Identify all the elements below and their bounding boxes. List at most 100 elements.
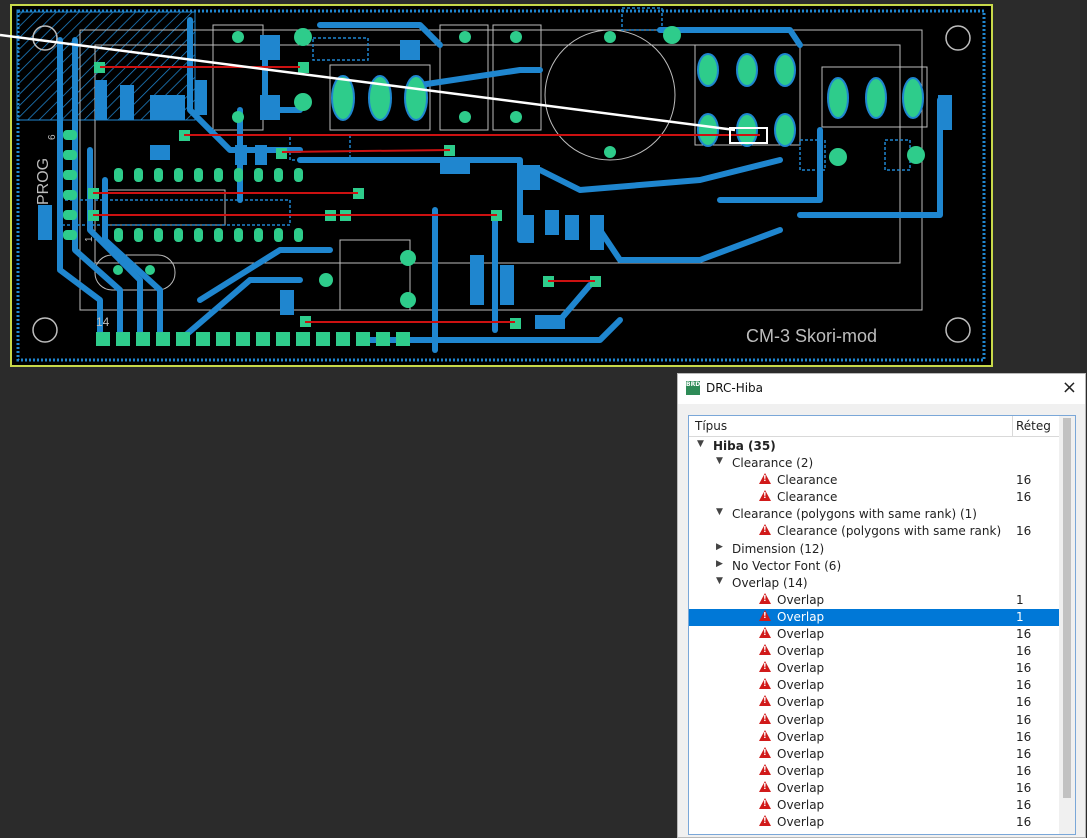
tree-row[interactable]: Clearance (polygons with same rank) 16 bbox=[689, 523, 1059, 540]
warning-icon bbox=[759, 729, 771, 741]
warning-icon bbox=[759, 661, 771, 673]
prog-label: PROG bbox=[35, 158, 52, 205]
tree-row-layer: 16 bbox=[1016, 678, 1032, 693]
tree-row[interactable]: Overlap 16 bbox=[689, 763, 1059, 780]
tree-row[interactable]: Overlap 16 bbox=[689, 780, 1059, 797]
tree-row[interactable]: Overlap 16 bbox=[689, 712, 1059, 729]
tree-row-label: Overlap bbox=[777, 815, 825, 830]
pcb-layout: PROG 6 1 14 CM-3 Skori-mod bbox=[0, 0, 1087, 372]
tree-row-label: Overlap bbox=[777, 695, 825, 710]
tree-row-label: Overlap bbox=[777, 644, 825, 659]
tree-row[interactable]: Overlap 16 bbox=[689, 729, 1059, 746]
tree-row-label: Overlap bbox=[777, 661, 825, 676]
board-title: CM-3 Skori-mod bbox=[746, 326, 877, 346]
column-separator bbox=[1012, 416, 1013, 436]
tree-row-layer: 16 bbox=[1016, 490, 1032, 505]
tree-row[interactable]: Overlap 16 bbox=[689, 626, 1059, 643]
warning-icon bbox=[759, 609, 771, 621]
board-app-icon: BRD bbox=[686, 381, 700, 395]
warning-icon bbox=[759, 712, 771, 724]
error-tree[interactable]: ^ Típus Réteg ▼Hiba (35)▼Clearance (2)Cl… bbox=[688, 415, 1076, 835]
tree-row[interactable]: Overlap 1 bbox=[689, 608, 1059, 627]
tree-row-label: No Vector Font (6) bbox=[732, 558, 842, 573]
tree-row[interactable]: Overlap 16 bbox=[689, 746, 1059, 763]
drc-dialog: BRD DRC-Hiba × ^ Típus Réteg ▼ Hiba (35) ▼… bbox=[677, 373, 1086, 838]
tree-row[interactable]: Clearance 16 bbox=[689, 489, 1059, 506]
warning-icon bbox=[759, 763, 771, 775]
tree-row[interactable]: ▶ No Vector Font (6) bbox=[689, 558, 1059, 575]
tree-row-label: Overlap bbox=[777, 797, 825, 812]
tree-row-layer: 16 bbox=[1016, 729, 1032, 744]
warning-icon bbox=[759, 627, 771, 639]
dialog-title: DRC-Hiba bbox=[706, 381, 764, 395]
warning-icon bbox=[759, 490, 771, 502]
tree-row[interactable]: ▼ Overlap (14) bbox=[689, 575, 1059, 592]
tree-row-layer: 16 bbox=[1016, 695, 1032, 710]
tree-row-label: Overlap bbox=[777, 763, 825, 778]
collapse-arrow-icon[interactable]: ▶ bbox=[716, 559, 723, 569]
warning-icon bbox=[759, 695, 771, 707]
tree-row-label: Dimension (12) bbox=[732, 541, 825, 556]
tree-row[interactable]: Clearance 16 bbox=[689, 472, 1059, 489]
warning-icon bbox=[759, 815, 771, 827]
tree-row-label: Overlap bbox=[777, 609, 825, 624]
tree-row[interactable]: ▶ Dimension (12) bbox=[689, 541, 1059, 558]
expand-arrow-icon[interactable]: ▼ bbox=[716, 576, 723, 586]
tree-row-label: Overlap bbox=[777, 712, 825, 727]
tree-row-label: Overlap bbox=[777, 678, 825, 693]
tree-row-label: Overlap bbox=[777, 627, 825, 642]
tree-row[interactable]: ▼ Clearance (polygons with same rank) (1) bbox=[689, 506, 1059, 523]
tree-row-label: Overlap bbox=[777, 592, 825, 607]
tree-header: ^ Típus Réteg bbox=[689, 416, 1059, 437]
column-layer-header[interactable]: Réteg bbox=[1016, 419, 1051, 433]
warning-icon bbox=[759, 678, 771, 690]
tree-row-label: Clearance (polygons with same rank) bbox=[777, 524, 1002, 539]
tree-row-layer: 16 bbox=[1016, 815, 1032, 830]
tree-row[interactable]: Overlap 16 bbox=[689, 797, 1059, 814]
tree-row[interactable]: Overlap 1 bbox=[689, 592, 1059, 609]
tree-row[interactable]: Overlap 16 bbox=[689, 643, 1059, 660]
tree-row-label: Overlap bbox=[777, 729, 825, 744]
warning-icon bbox=[759, 780, 771, 792]
warning-icon bbox=[759, 592, 771, 604]
tree-row[interactable]: Overlap 16 bbox=[689, 677, 1059, 694]
dialog-titlebar[interactable]: BRD DRC-Hiba × bbox=[678, 374, 1085, 404]
sort-indicator-icon: ^ bbox=[847, 415, 856, 423]
close-icon[interactable]: × bbox=[1062, 377, 1077, 398]
tree-row-layer: 1 bbox=[1016, 592, 1024, 607]
vertical-scrollbar[interactable] bbox=[1059, 416, 1075, 834]
tree-row[interactable]: ▼ Clearance (2) bbox=[689, 455, 1059, 472]
collapse-arrow-icon[interactable]: ▶ bbox=[716, 542, 723, 552]
tree-row-label: Overlap bbox=[777, 746, 825, 761]
tree-row-layer: 16 bbox=[1016, 712, 1032, 727]
tree-row-layer: 16 bbox=[1016, 661, 1032, 676]
tree-row-layer: 16 bbox=[1016, 627, 1032, 642]
scrollbar-thumb[interactable] bbox=[1063, 418, 1071, 798]
warning-icon bbox=[759, 473, 771, 485]
tree-row-layer: 16 bbox=[1016, 797, 1032, 812]
warning-icon bbox=[759, 644, 771, 656]
tree-row-label: Clearance bbox=[777, 473, 838, 488]
tree-row-label: Overlap (14) bbox=[732, 575, 808, 590]
tree-row-label: Hiba (35) bbox=[713, 439, 776, 453]
tree-row[interactable]: Overlap 16 bbox=[689, 660, 1059, 677]
column-type-header[interactable]: Típus bbox=[695, 419, 727, 433]
tree-row-layer: 16 bbox=[1016, 524, 1032, 539]
tree-row[interactable]: Overlap 16 bbox=[689, 694, 1059, 711]
pcb-board-canvas[interactable]: PROG 6 1 14 CM-3 Skori-mod bbox=[0, 0, 1087, 372]
pin14-label: 14 bbox=[96, 315, 110, 329]
tree-row-label: Clearance (2) bbox=[732, 456, 814, 471]
tree-row-label: Clearance bbox=[777, 490, 838, 505]
pin6-label: 6 bbox=[47, 134, 58, 140]
expand-arrow-icon[interactable]: ▼ bbox=[716, 507, 723, 517]
expand-arrow-icon[interactable]: ▼ bbox=[716, 456, 723, 466]
tree-row-layer: 16 bbox=[1016, 473, 1032, 488]
tree-row-label: Clearance (polygons with same rank) (1) bbox=[732, 507, 977, 522]
tree-row-layer: 16 bbox=[1016, 644, 1032, 659]
warning-icon bbox=[759, 797, 771, 809]
tree-row-layer: 16 bbox=[1016, 780, 1032, 795]
expand-arrow-icon[interactable]: ▼ bbox=[697, 439, 704, 449]
tree-row[interactable]: Overlap 16 bbox=[689, 814, 1059, 831]
tree-row[interactable]: ▼ Hiba (35) bbox=[689, 438, 1059, 455]
pin1-label: 1 bbox=[84, 236, 95, 242]
